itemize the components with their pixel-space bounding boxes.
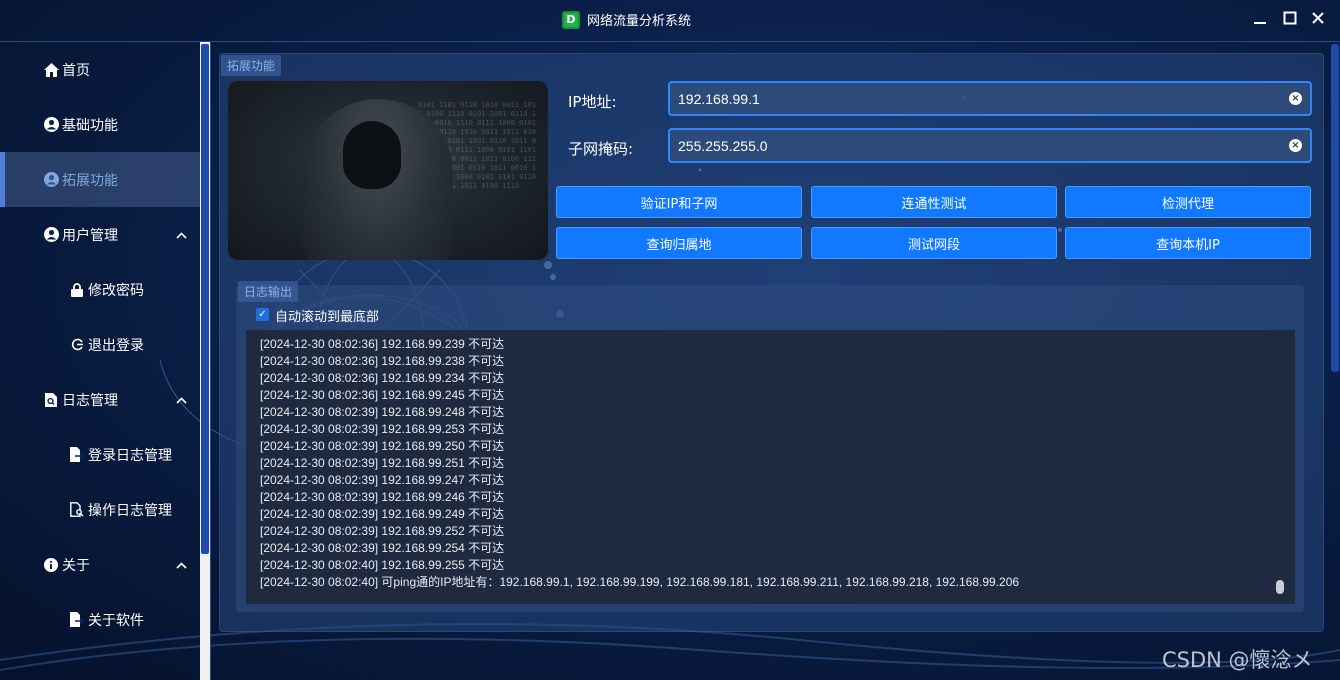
chevron-up-icon[interactable]: [176, 558, 187, 572]
sidebar-item-label: 基础功能: [62, 117, 118, 134]
mask-label: 子网掩码:: [568, 140, 634, 158]
autoscroll-label[interactable]: 自动滚动到最底部: [275, 306, 379, 325]
log-textarea[interactable]: [2024-12-30 08:02:36] 192.168.99.239 不可达…: [246, 330, 1295, 604]
maximize-icon[interactable]: [1278, 8, 1302, 32]
verify-ip-subnet-button[interactable]: 验证IP和子网: [556, 186, 802, 218]
user-circle-icon: [43, 172, 59, 188]
clear-icon[interactable]: ×: [1289, 92, 1302, 105]
app-icon: D: [562, 10, 580, 29]
user-circle-icon: [43, 227, 59, 243]
sidebar-item-label: 关于软件: [88, 612, 144, 629]
sidebar-item-label: 登录日志管理: [88, 447, 172, 464]
sidebar-item-label: 修改密码: [88, 282, 144, 299]
lock-icon: [69, 282, 85, 298]
logout-icon: [69, 337, 85, 353]
log-line: [2024-12-30 08:02:36] 192.168.99.245 不可达: [260, 388, 505, 402]
user-circle-icon: [43, 117, 59, 133]
log-line: [2024-12-30 08:02:39] 192.168.99.252 不可达: [260, 524, 505, 538]
extended-group-title: 拓展功能: [221, 55, 282, 76]
sidebar-item-extended[interactable]: 拓展功能: [0, 152, 200, 207]
main-scrollbar-thumb[interactable]: [1331, 44, 1339, 372]
sidebar: 首页 基础功能 拓展功能 用户管理 修改密码 退出登录 日志管理 登录日志管理 …: [0, 42, 211, 680]
log-line: [2024-12-30 08:02:39] 192.168.99.247 不可达: [260, 473, 505, 487]
sidebar-scrollbar-thumb[interactable]: [201, 44, 209, 554]
mask-field[interactable]: ×: [668, 128, 1312, 163]
autoscroll-checkbox[interactable]: ✓: [256, 308, 269, 321]
hacker-image: 0101 1101 0110 1010 0011 1011 0100 1110 …: [228, 81, 548, 260]
sidebar-item-label: 操作日志管理: [88, 502, 172, 519]
file-export-icon: [69, 447, 85, 463]
file-search-icon: [69, 502, 85, 518]
log-line: [2024-12-30 08:02:36] 192.168.99.234 不可达: [260, 371, 505, 385]
ip-label: IP地址:: [568, 93, 617, 111]
log-line: [2024-12-30 08:02:39] 192.168.99.251 不可达: [260, 456, 505, 470]
sidebar-item-user-management[interactable]: 用户管理: [0, 207, 200, 262]
log-line: [2024-12-30 08:02:39] 192.168.99.248 不可达: [260, 405, 505, 419]
log-line: [2024-12-30 08:02:40] 可ping通的IP地址有：192.1…: [260, 575, 1020, 589]
ip-field[interactable]: ×: [668, 81, 1312, 116]
title-bar: D 网络流量分析系统: [0, 0, 1340, 41]
test-subnet-button[interactable]: 测试网段: [811, 227, 1057, 259]
sidebar-item-label: 日志管理: [62, 392, 118, 409]
home-icon: [43, 62, 59, 78]
info-icon: [43, 557, 59, 573]
log-line: [2024-12-30 08:02:40] 192.168.99.255 不可达: [260, 558, 505, 572]
log-line: [2024-12-30 08:02:39] 192.168.99.246 不可达: [260, 490, 505, 504]
log-line: [2024-12-30 08:02:39] 192.168.99.250 不可达: [260, 439, 505, 453]
sidebar-item-about[interactable]: 关于: [0, 537, 200, 592]
connectivity-test-button[interactable]: 连通性测试: [811, 186, 1057, 218]
log-group-title: 日志输出: [238, 281, 299, 302]
chevron-up-icon[interactable]: [176, 393, 187, 407]
mask-input[interactable]: [678, 130, 1278, 161]
sidebar-item-label: 关于: [62, 557, 90, 574]
sidebar-item-label: 首页: [62, 62, 90, 79]
query-location-button[interactable]: 查询归属地: [556, 227, 802, 259]
sidebar-item-change-password[interactable]: 修改密码: [0, 262, 200, 317]
log-scrollbar-thumb[interactable]: [1276, 580, 1284, 594]
log-line: [2024-12-30 08:02:39] 192.168.99.254 不可达: [260, 541, 505, 555]
window-title: 网络流量分析系统: [587, 14, 692, 29]
sidebar-item-log-management[interactable]: 日志管理: [0, 372, 200, 427]
clear-icon[interactable]: ×: [1289, 139, 1302, 152]
sidebar-item-operation-log[interactable]: 操作日志管理: [0, 482, 200, 537]
minimize-icon[interactable]: [1248, 8, 1272, 32]
log-line: [2024-12-30 08:02:36] 192.168.99.238 不可达: [260, 354, 505, 368]
close-icon[interactable]: [1306, 8, 1330, 32]
sidebar-item-login-log[interactable]: 登录日志管理: [0, 427, 200, 482]
sidebar-item-label: 退出登录: [88, 337, 144, 354]
log-line: [2024-12-30 08:02:39] 192.168.99.253 不可达: [260, 422, 505, 436]
watermark: CSDN @懷淰メ: [1162, 648, 1313, 672]
log-search-icon: [43, 392, 59, 408]
title-wrap: D 网络流量分析系统: [562, 10, 691, 29]
ip-input[interactable]: [678, 83, 1278, 114]
sidebar-item-label: 用户管理: [62, 227, 118, 244]
hood-shadow: [343, 121, 401, 189]
sidebar-item-about-software[interactable]: 关于软件: [0, 592, 200, 647]
query-local-ip-button[interactable]: 查询本机IP: [1065, 227, 1311, 259]
file-export-icon: [69, 612, 85, 628]
detect-proxy-button[interactable]: 检测代理: [1065, 186, 1311, 218]
chevron-up-icon[interactable]: [176, 228, 187, 242]
sidebar-item-logout[interactable]: 退出登录: [0, 317, 200, 372]
sidebar-item-label: 拓展功能: [62, 172, 118, 189]
sidebar-item-basic[interactable]: 基础功能: [0, 97, 200, 152]
log-line: [2024-12-30 08:02:36] 192.168.99.239 不可达: [260, 337, 505, 351]
log-line: [2024-12-30 08:02:39] 192.168.99.249 不可达: [260, 507, 505, 521]
sidebar-item-home[interactable]: 首页: [0, 42, 200, 97]
